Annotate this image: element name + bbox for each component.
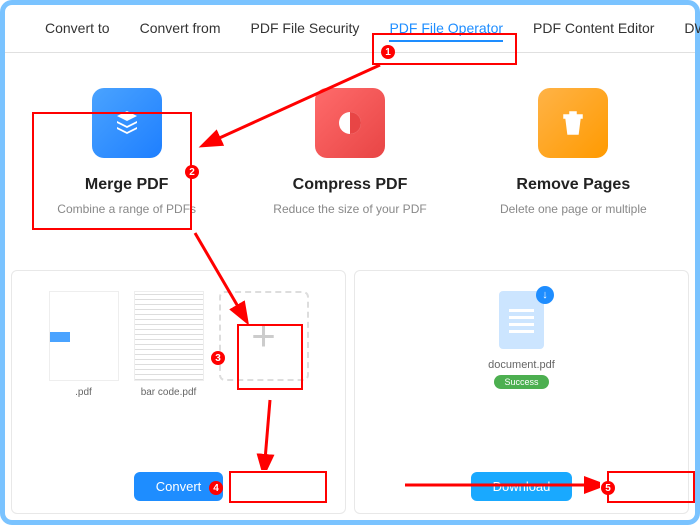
marker-4: 4 — [209, 481, 223, 495]
operations-row: Merge PDF Combine a range of PDFs Compre… — [5, 53, 695, 226]
merge-desc: Combine a range of PDFs — [57, 202, 196, 216]
merge-pdf-card[interactable]: Merge PDF Combine a range of PDFs — [25, 88, 228, 216]
compress-pdf-card[interactable]: Compress PDF Reduce the size of your PDF — [248, 88, 451, 216]
download-badge-icon: ↓ — [536, 286, 554, 304]
remove-pages-card[interactable]: Remove Pages Delete one page or multiple — [472, 88, 675, 216]
compress-desc: Reduce the size of your PDF — [273, 202, 426, 216]
marker-3: 3 — [211, 351, 225, 365]
tab-convert-to[interactable]: Convert to — [45, 20, 110, 42]
compress-icon — [315, 88, 385, 158]
merge-title: Merge PDF — [85, 176, 169, 194]
plus-icon: + — [251, 312, 276, 360]
pdf-file-1[interactable]: .pdf — [49, 291, 119, 398]
status-badge: Success — [494, 375, 548, 389]
trash-icon — [538, 88, 608, 158]
compress-title: Compress PDF — [293, 176, 408, 194]
thumbnail-2 — [134, 291, 204, 381]
tab-convert-from[interactable]: Convert from — [140, 20, 221, 42]
marker-1: 1 — [381, 45, 395, 59]
add-file-button[interactable]: + — [219, 291, 309, 381]
tab-pdf-file-security[interactable]: PDF File Security — [251, 20, 360, 42]
tab-bar: Convert to Convert from PDF File Securit… — [5, 5, 695, 53]
file-label-2: bar code.pdf — [141, 387, 197, 398]
tab-dwg[interactable]: DWG — [684, 20, 700, 42]
file-label-1: .pdf — [75, 387, 92, 398]
convert-panel: .pdf bar code.pdf + Convert — [11, 270, 346, 514]
remove-title: Remove Pages — [516, 176, 630, 194]
file-grid: .pdf bar code.pdf + — [49, 291, 309, 398]
download-button[interactable]: Download — [471, 472, 573, 501]
result-doc: ↓ document.pdf Success — [488, 291, 555, 389]
result-filename: document.pdf — [488, 359, 555, 371]
tab-pdf-file-operator[interactable]: PDF File Operator — [389, 20, 503, 42]
pdf-file-2[interactable]: bar code.pdf — [134, 291, 204, 398]
thumbnail-1 — [49, 291, 119, 381]
tab-pdf-content-editor[interactable]: PDF Content Editor — [533, 20, 654, 42]
bottom-panels: .pdf bar code.pdf + Convert ↓ document.p… — [11, 270, 689, 514]
download-panel: ↓ document.pdf Success Download — [354, 270, 689, 514]
merge-icon — [92, 88, 162, 158]
marker-5: 5 — [601, 481, 615, 495]
remove-desc: Delete one page or multiple — [500, 202, 647, 216]
marker-2: 2 — [185, 165, 199, 179]
